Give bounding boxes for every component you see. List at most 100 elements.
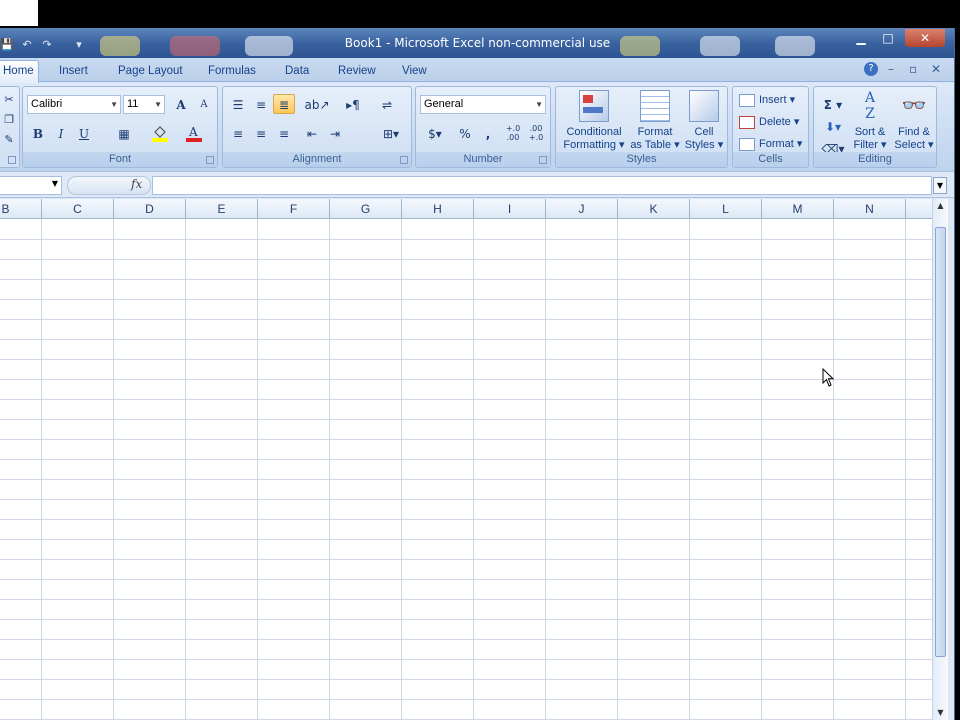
ribbon-minimize-button[interactable]: – [888,62,894,76]
column-header[interactable]: G [330,199,402,219]
column-header[interactable]: H [402,199,474,219]
shrink-font-button[interactable]: A [193,94,215,114]
text-direction-icon[interactable]: ▸¶ [337,94,369,114]
font-color-icon[interactable]: A [183,123,205,143]
grid-column-line [329,219,330,720]
copy-icon[interactable]: ❐ [0,109,20,129]
insert-function-button[interactable]: fx [131,177,142,191]
underline-button[interactable]: U [73,123,95,143]
conditional-formatting-label-2: Formatting ▾ [563,139,625,151]
column-header[interactable]: M [762,199,834,219]
column-header[interactable]: I [474,199,546,219]
formula-input[interactable] [152,176,932,195]
tab-view[interactable]: View [400,62,429,82]
ribbon: ✂ ❐ ✎ Calibri ▼ 11 ▼ A A B I U ▦ A Font … [0,83,954,171]
column-header[interactable]: E [186,199,258,219]
scrollbar-thumb[interactable] [935,227,946,657]
decrease-decimal-button[interactable]: .00 +.0 [525,123,547,143]
font-size-combo[interactable]: 11 ▼ [123,95,165,114]
workbook-close-button[interactable]: ✕ [931,62,941,76]
format-cells-button[interactable]: Format ▾ [739,137,802,151]
scroll-up-icon[interactable]: ▲ [935,201,946,211]
binoculars-icon: 👓 [901,95,927,117]
cells-group: Insert ▾ Delete ▾ Format ▾ Cells [732,86,809,168]
delete-cells-button[interactable]: Delete ▾ [739,115,799,129]
column-header[interactable]: C [42,199,114,219]
sort-filter-label-1: Sort & [854,126,886,138]
decrease-indent-icon[interactable]: ⇤ [301,123,323,143]
grid-row-line [0,239,932,240]
find-select-button[interactable]: 👓 Find & Select ▾ [892,90,936,152]
format-as-table-label-2: as Table ▾ [630,139,680,151]
top-align-icon[interactable]: ☰ [227,94,249,114]
number-format-combo[interactable]: General ▼ [420,95,546,114]
column-header[interactable]: D [114,199,186,219]
minimize-window-button[interactable]: ▁ [847,29,875,47]
close-window-button[interactable]: ✕ [905,29,945,47]
format-as-table-button[interactable]: Format as Table ▾ [629,90,681,152]
font-name-combo[interactable]: Calibri ▼ [27,95,121,114]
cells-group-label: Cells [733,152,808,167]
ribbon-restore-button[interactable]: ▫ [909,62,917,76]
fill-color-icon[interactable] [149,123,171,143]
sort-filter-button[interactable]: AZ Sort & Filter ▾ [850,90,890,152]
tab-home[interactable]: Home [0,60,39,83]
delete-cells-label: Delete ▾ [759,116,800,128]
expand-formula-bar-icon[interactable]: ▼ [933,177,947,194]
column-header[interactable]: F [258,199,330,219]
tab-formulas[interactable]: Formulas [206,62,258,82]
scroll-down-icon[interactable]: ▼ [935,708,946,718]
grid-row-line [0,519,932,520]
insert-cells-button[interactable]: Insert ▾ [739,93,795,107]
font-launcher-icon[interactable] [206,156,214,164]
alignment-launcher-icon[interactable] [400,156,408,164]
clipboard-launcher-icon[interactable] [8,156,16,164]
align-center-icon[interactable]: ≡ [250,123,272,143]
orientation-icon[interactable]: ab↗ [301,94,333,114]
svg-text:A: A [188,125,198,139]
italic-button[interactable]: I [50,123,72,143]
increase-decimal-button[interactable]: +.0 .00 [502,123,524,143]
maximize-window-button[interactable]: □ [874,29,902,47]
column-header[interactable]: K [618,199,690,219]
title-bar[interactable]: 💾 ↶ ↷ ▾ Book1 - Microsoft Excel non-comm… [0,28,954,58]
format-painter-icon[interactable]: ✎ [0,129,20,149]
tab-page-layout[interactable]: Page Layout [116,62,185,82]
alignment-group-label: Alignment [223,152,411,167]
grid-column-line [905,219,906,720]
merge-center-icon[interactable]: ⊞▾ [376,123,406,143]
help-icon[interactable]: ? [864,62,878,76]
column-header[interactable]: B [0,199,42,219]
column-header[interactable]: L [690,199,762,219]
autosum-button[interactable]: Σ ▾ [818,94,848,114]
align-left-icon[interactable]: ≡ [227,123,249,143]
fill-button[interactable]: ⬇▾ [818,116,848,136]
percent-style-button[interactable]: % [454,123,476,143]
cell-styles-button[interactable]: Cell Styles ▾ [682,90,726,152]
accounting-format-icon[interactable]: $▾ [420,123,450,143]
tab-insert[interactable]: Insert [57,62,90,82]
grow-font-button[interactable]: A [170,94,192,114]
styles-group-label: Styles [556,152,727,167]
sort-filter-label-2: Filter ▾ [853,139,887,151]
grid-column-line [761,219,762,720]
middle-align-icon[interactable]: ≡ [250,94,272,114]
vertical-scrollbar[interactable]: ▲ ▼ [932,199,948,720]
grid-row-line [0,539,932,540]
increase-indent-icon[interactable]: ⇥ [324,123,346,143]
align-right-icon[interactable]: ≡ [273,123,295,143]
name-box[interactable]: ▼ [0,176,62,195]
tab-data[interactable]: Data [283,62,311,82]
worksheet-grid[interactable]: BCDEFGHIJKLMN [0,199,932,720]
conditional-formatting-button[interactable]: Conditional Formatting ▾ [559,90,629,152]
tab-review[interactable]: Review [336,62,378,82]
wrap-text-icon[interactable]: ⇌ [376,94,398,114]
bottom-align-icon[interactable]: ≣ [273,94,295,114]
cut-icon[interactable]: ✂ [0,89,20,109]
borders-icon[interactable]: ▦ [113,123,135,143]
bold-button[interactable]: B [27,123,49,143]
comma-style-button[interactable]: , [477,123,499,143]
column-header[interactable]: N [834,199,906,219]
column-header[interactable]: J [546,199,618,219]
number-launcher-icon[interactable] [539,156,547,164]
